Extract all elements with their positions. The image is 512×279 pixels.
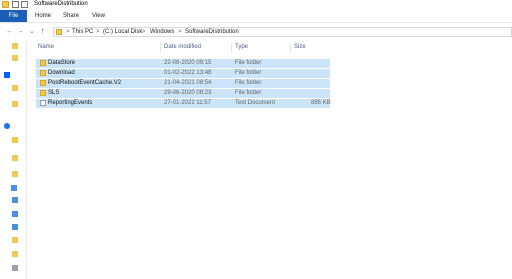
up-button[interactable]: ↑ [41, 28, 45, 36]
breadcrumb-separator: > [66, 29, 70, 35]
column-divider[interactable] [231, 43, 232, 53]
folder-icon [56, 29, 62, 35]
column-divider[interactable] [160, 43, 161, 53]
window-title: SoftwareDistribution [34, 1, 88, 7]
column-name[interactable]: Name [38, 44, 54, 51]
tab-share[interactable]: Share [63, 10, 79, 22]
file-type: File folder [235, 70, 262, 76]
file-date: 21-04-2021 08:54 [164, 80, 212, 86]
navigation-bar: ← → ⌄ ↑ > This PC > (C:) Local Disk > Wi… [0, 23, 512, 41]
file-name: Download [48, 70, 75, 76]
column-size[interactable]: Size [294, 44, 306, 51]
this-pc-icon[interactable] [11, 185, 17, 191]
file-date: 22-06-2020 09:15 [164, 60, 212, 66]
file-size: 885 KB [311, 100, 331, 106]
navigation-pane [0, 41, 27, 279]
breadcrumb-this-pc[interactable]: This PC [72, 29, 93, 36]
folder-icon [2, 1, 9, 8]
folder-icon [40, 60, 46, 66]
file-type: File folder [235, 80, 262, 86]
address-bar[interactable]: > This PC > (C:) Local Disk > Windows > … [53, 27, 512, 37]
file-date: 27-01-2022 11:57 [164, 100, 211, 106]
column-date-modified[interactable]: Date modified [164, 44, 201, 51]
text-document-icon [40, 100, 46, 106]
breadcrumb-local-disk[interactable]: (C:) Local Disk [103, 29, 142, 36]
column-divider[interactable] [290, 43, 291, 53]
recent-locations-button[interactable]: ⌄ [29, 28, 35, 36]
file-row[interactable]: ReportingEvents 27-01-2022 11:57 Text Do… [36, 99, 331, 108]
file-type: File folder [235, 60, 262, 66]
new-folder-icon[interactable] [21, 1, 28, 8]
forward-button[interactable]: → [17, 28, 24, 36]
column-header: Name Date modified Type Size [36, 43, 336, 53]
breadcrumb-separator: > [96, 29, 100, 35]
file-name: PostRebootEventCache.V2 [48, 80, 122, 86]
drive-icon[interactable] [12, 265, 18, 271]
properties-icon[interactable] [12, 1, 19, 8]
file-row[interactable]: Download 01-02-2022 13:48 File folder [36, 69, 330, 78]
file-row[interactable]: SLS 29-06-2020 08:23 File folder [36, 89, 330, 98]
file-date: 01-02-2022 13:48 [164, 70, 212, 76]
tab-home[interactable]: Home [35, 10, 51, 22]
tab-view[interactable]: View [92, 10, 105, 22]
dropbox-icon[interactable] [4, 72, 10, 78]
breadcrumb-softwaredistribution[interactable]: SoftwareDistribution [185, 29, 239, 36]
file-type: Text Document [235, 100, 276, 106]
documents-icon[interactable] [12, 211, 18, 217]
tab-file[interactable]: File [0, 10, 27, 22]
folder-icon[interactable] [12, 251, 18, 257]
desktop-icon[interactable] [12, 197, 18, 203]
ribbon: File Home Share View [0, 10, 512, 23]
onedrive-icon[interactable] [4, 123, 10, 129]
column-type[interactable]: Type [235, 44, 248, 51]
folder-icon[interactable] [12, 171, 18, 177]
breadcrumb-windows[interactable]: Windows [150, 29, 174, 36]
folder-icon[interactable] [12, 237, 18, 243]
file-name: SLS [48, 90, 60, 96]
file-row[interactable]: DataStore 22-06-2020 09:15 File folder [36, 59, 330, 68]
title-bar: SoftwareDistribution [0, 0, 512, 10]
folder-icon[interactable] [12, 85, 18, 91]
breadcrumb-separator: > [178, 29, 182, 35]
downloads-icon[interactable] [12, 224, 18, 230]
back-button[interactable]: ← [6, 28, 13, 36]
folder-icon [40, 90, 46, 96]
folder-icon [40, 80, 46, 86]
file-type: File folder [235, 90, 262, 96]
folder-icon[interactable] [12, 55, 18, 61]
folder-icon [40, 70, 46, 76]
folder-icon[interactable] [12, 155, 18, 161]
folder-icon[interactable] [12, 101, 18, 107]
folder-icon[interactable] [12, 43, 18, 49]
file-name: DataStore [48, 60, 76, 66]
file-row[interactable]: PostRebootEventCache.V2 21-04-2021 08:54… [36, 79, 330, 88]
breadcrumb-separator: > [142, 29, 146, 35]
file-date: 29-06-2020 08:23 [164, 90, 212, 96]
file-name: ReportingEvents [48, 100, 93, 106]
folder-icon[interactable] [12, 137, 18, 143]
